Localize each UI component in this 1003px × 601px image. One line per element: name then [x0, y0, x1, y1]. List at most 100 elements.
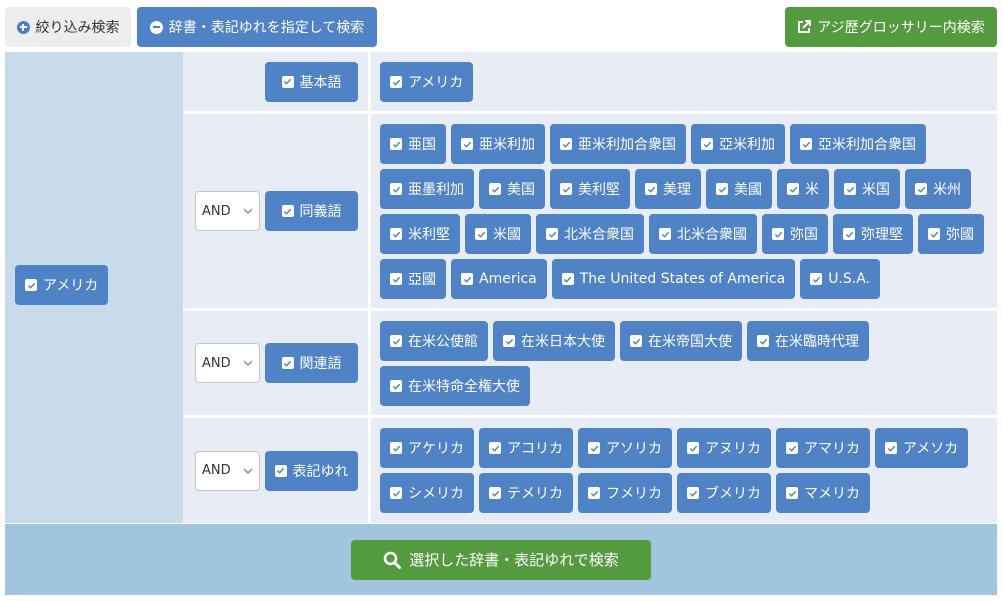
category-cell-variants: AND 表記ゆれ — [183, 418, 368, 523]
term-checkbox[interactable]: 亜米利加合衆国 — [550, 124, 686, 164]
term-checkbox[interactable]: テメリカ — [479, 473, 573, 513]
checkbox-icon — [786, 487, 798, 499]
term-checkbox[interactable]: U.S.A. — [800, 259, 881, 299]
operator-select-synonyms[interactable]: AND — [195, 191, 260, 231]
checkbox-icon — [390, 183, 402, 195]
term-label: アコリカ — [507, 441, 563, 457]
checkbox-icon — [461, 273, 473, 285]
category-label: 基本語 — [299, 74, 342, 91]
term-checkbox[interactable]: アケリカ — [380, 428, 474, 468]
term-checkbox[interactable]: 亜米利加 — [451, 124, 545, 164]
term-label: マメリカ — [804, 486, 860, 502]
term-label: アヌリカ — [705, 441, 761, 457]
term-label: 在米臨時代理 — [775, 334, 859, 350]
term-label: アケリカ — [408, 441, 464, 457]
term-checkbox[interactable]: America — [451, 259, 547, 299]
dictionary-search-button[interactable]: 辞書・表記ゆれを指定して検索 — [137, 7, 377, 47]
term-checkbox[interactable]: 弥國 — [918, 214, 984, 254]
category-checkbox-synonyms[interactable]: 同義語 — [265, 191, 358, 231]
glossary-search-label: アジ歴グロッサリー内検索 — [817, 19, 985, 35]
term-checkbox[interactable]: The United States of America — [551, 259, 796, 299]
term-checkbox[interactable]: 米 — [777, 169, 829, 209]
term-checkbox[interactable]: フメリカ — [578, 473, 672, 513]
term-checkbox[interactable]: 美国 — [479, 169, 545, 209]
checkbox-icon — [645, 183, 657, 195]
checkbox-icon — [588, 442, 600, 454]
term-label: 在米特命全権大使 — [408, 379, 520, 395]
term-checkbox[interactable]: 亞國 — [380, 259, 446, 299]
term-checkbox[interactable]: シメリカ — [380, 473, 474, 513]
term-checkbox[interactable]: 米國 — [465, 214, 531, 254]
term-checkbox[interactable]: 美國 — [706, 169, 772, 209]
checkbox-icon — [560, 138, 572, 150]
chevron-down-icon — [243, 467, 253, 474]
term-checkbox[interactable]: 在米公使館 — [380, 321, 488, 361]
term-checkbox[interactable]: ブメリカ — [677, 473, 771, 513]
term-checkbox[interactable]: 米州 — [905, 169, 971, 209]
checkbox-icon — [810, 273, 823, 285]
term-checkbox[interactable]: アマリカ — [776, 428, 870, 468]
term-label: フメリカ — [606, 486, 662, 502]
term-checkbox[interactable]: マメリカ — [776, 473, 870, 513]
search-selected-button[interactable]: 選択した辞書・表記ゆれで検索 — [351, 539, 651, 580]
term-checkbox[interactable]: 北米合衆國 — [649, 214, 757, 254]
term-checkbox[interactable]: 亞米利加合衆国 — [790, 124, 926, 164]
checkbox-icon — [390, 76, 402, 88]
filter-search-button[interactable]: 絞り込み検索 — [5, 7, 131, 47]
checkbox-icon — [843, 228, 855, 240]
category-checkbox-related[interactable]: 関連語 — [265, 343, 358, 383]
checkbox-icon — [489, 487, 501, 499]
term-checkbox[interactable]: 亜墨利加 — [380, 169, 474, 209]
term-checkbox[interactable]: 米利堅 — [380, 214, 460, 254]
category-checkbox-basic[interactable]: 基本語 — [265, 61, 358, 102]
term-checkbox[interactable]: 弥理堅 — [833, 214, 913, 254]
term-checkbox[interactable]: 美利堅 — [550, 169, 630, 209]
category-checkbox-variants[interactable]: 表記ゆれ — [265, 450, 358, 491]
term-checkbox[interactable]: 在米日本大使 — [493, 321, 615, 361]
checkbox-icon — [772, 228, 784, 240]
term-label: 弥國 — [946, 227, 974, 243]
term-checkbox[interactable]: アソリカ — [578, 428, 672, 468]
operator-value: AND — [202, 463, 231, 478]
term-checkbox[interactable]: アコリカ — [479, 428, 573, 468]
checkbox-icon — [390, 273, 402, 285]
term-checkbox[interactable]: 弥国 — [762, 214, 828, 254]
checkbox-icon — [390, 138, 402, 150]
glossary-search-button[interactable]: アジ歴グロッサリー内検索 — [785, 7, 997, 47]
term-checkbox[interactable]: 北米合衆国 — [536, 214, 644, 254]
term-checkbox[interactable]: 在米臨時代理 — [747, 321, 869, 361]
term-label: 在米帝国大使 — [648, 334, 732, 350]
chevron-down-icon — [243, 360, 253, 366]
term-checkbox[interactable]: アヌリカ — [677, 428, 771, 468]
term-label: 北米合衆国 — [564, 227, 634, 243]
checkbox-icon — [716, 183, 728, 195]
checkbox-icon — [928, 228, 940, 240]
operator-select-variants[interactable]: AND — [195, 450, 260, 491]
checkbox-icon — [25, 279, 37, 291]
term-checkbox[interactable]: 美理 — [635, 169, 701, 209]
term-checkbox[interactable]: アメリカ — [380, 62, 474, 102]
term-checkbox[interactable]: 在米帝国大使 — [620, 321, 742, 361]
checkbox-icon — [687, 487, 699, 499]
operator-select-related[interactable]: AND — [195, 343, 260, 383]
term-checkbox[interactable]: 米国 — [834, 169, 900, 209]
term-label: U.S.A. — [828, 271, 871, 287]
term-checkbox[interactable]: 在米特命全権大使 — [380, 366, 530, 406]
checkbox-icon — [475, 228, 487, 240]
root-term-checkbox[interactable]: アメリカ — [15, 265, 109, 305]
term-label: 亜米利加 — [479, 137, 535, 153]
category-cell-synonyms: AND 同義語 — [183, 114, 368, 308]
search-selected-label: 選択した辞書・表記ゆれで検索 — [409, 552, 619, 569]
checkbox-icon — [687, 442, 699, 454]
term-label: 在米公使館 — [408, 334, 478, 350]
checkbox-icon — [915, 183, 927, 195]
term-checkbox[interactable]: 亞米利加 — [691, 124, 785, 164]
checkbox-icon — [281, 357, 294, 369]
checkbox-icon — [489, 183, 501, 195]
search-footer: 選択した辞書・表記ゆれで検索 — [5, 524, 997, 595]
term-label: 弥国 — [790, 227, 818, 243]
checkbox-icon — [630, 335, 642, 347]
term-checkbox[interactable]: アメソカ — [875, 428, 969, 468]
operator-value: AND — [202, 355, 231, 371]
term-checkbox[interactable]: 亜国 — [380, 124, 446, 164]
